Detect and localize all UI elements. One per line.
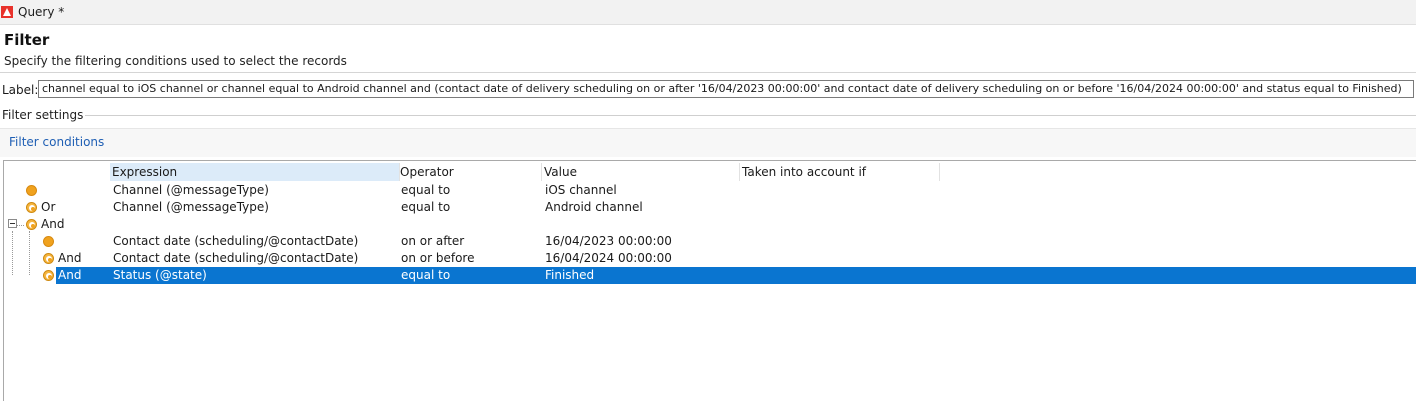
row-operator: equal to xyxy=(401,200,451,214)
row-expression: Status (@state) xyxy=(113,268,207,282)
row-conjunction: Or xyxy=(41,200,56,214)
row-value: Finished xyxy=(545,268,595,282)
table-row-selected[interactable]: And Status (@state) equal to Finished xyxy=(43,267,1416,284)
row-operator: on or after xyxy=(401,234,465,248)
table-row[interactable]: Contact date (scheduling/@contactDate) o… xyxy=(4,233,1416,250)
row-expression: Contact date (scheduling/@contactDate) xyxy=(113,251,359,265)
adobe-logo-icon xyxy=(1,6,13,18)
row-value: 16/04/2023 00:00:00 xyxy=(545,234,672,248)
half-circle-icon xyxy=(26,202,37,213)
column-header-taken-into-account-if[interactable]: Taken into account if xyxy=(740,163,940,181)
row-expression: Channel (@messageType) xyxy=(113,183,269,197)
half-circle-icon xyxy=(43,270,54,281)
full-circle-icon xyxy=(43,236,54,247)
row-value: iOS channel xyxy=(545,183,617,197)
label-caption: Label: xyxy=(2,83,39,97)
table-row[interactable]: And xyxy=(4,216,1416,233)
header-divider xyxy=(0,72,1416,73)
full-circle-icon xyxy=(26,185,37,196)
row-value: 16/04/2024 00:00:00 xyxy=(545,251,672,265)
table-row[interactable]: And Contact date (scheduling/@contactDat… xyxy=(4,250,1416,267)
half-circle-icon xyxy=(26,219,37,230)
row-operator: equal to xyxy=(401,183,451,197)
window-titlebar: Query * xyxy=(0,0,1416,25)
column-header-value[interactable]: Value xyxy=(542,163,740,181)
label-input[interactable]: channel equal to iOS channel or channel … xyxy=(38,80,1414,98)
label-row: Label: channel equal to iOS channel or c… xyxy=(0,80,1416,100)
row-operator: equal to xyxy=(401,268,451,282)
conditions-grid[interactable]: Expression Operator Value Taken into acc… xyxy=(3,160,1416,401)
filter-tab-band xyxy=(0,128,1416,157)
row-expression: Contact date (scheduling/@contactDate) xyxy=(113,234,359,248)
row-operator: on or before xyxy=(401,251,475,265)
row-conjunction: And xyxy=(41,217,65,231)
filter-settings-legend: Filter settings xyxy=(2,108,86,122)
page-subtitle: Specify the filtering conditions used to… xyxy=(4,54,347,68)
tab-filter-conditions[interactable]: Filter conditions xyxy=(9,135,104,149)
table-row[interactable]: Or Channel (@messageType) equal to Andro… xyxy=(4,199,1416,216)
page-title: Filter xyxy=(4,31,50,49)
table-row[interactable]: Channel (@messageType) equal to iOS chan… xyxy=(4,182,1416,199)
filter-settings-divider xyxy=(74,115,1416,116)
column-header-expression[interactable]: Expression xyxy=(110,163,400,181)
collapse-toggle-icon[interactable] xyxy=(8,219,17,228)
row-conjunction: And xyxy=(58,251,82,265)
column-header-operator[interactable]: Operator xyxy=(398,163,542,181)
half-circle-icon xyxy=(43,253,54,264)
window-title: Query * xyxy=(18,5,65,19)
row-conjunction: And xyxy=(58,268,82,282)
row-value: Android channel xyxy=(545,200,643,214)
row-expression: Channel (@messageType) xyxy=(113,200,269,214)
